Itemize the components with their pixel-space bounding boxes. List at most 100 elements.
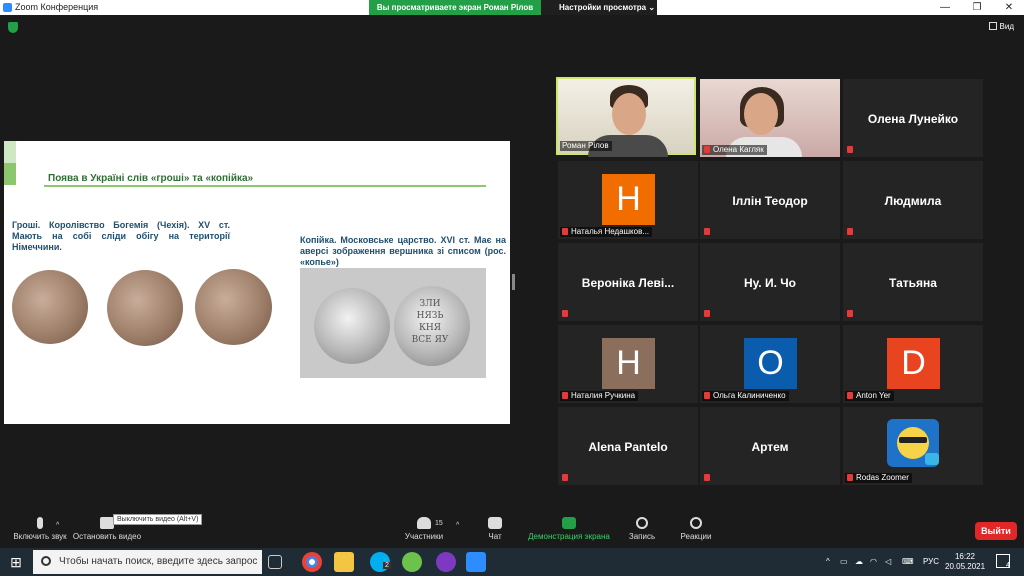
coin-image: [107, 270, 183, 346]
participant-display-name: Олена Лунейко: [867, 112, 959, 126]
participant-display-name: Людмила: [884, 194, 942, 208]
reactions-label: Реакции: [680, 532, 712, 541]
mic-off-icon: [37, 517, 43, 529]
participant-label: Ольга Калиниченко: [702, 391, 789, 401]
skype-badge: 2: [383, 562, 391, 569]
slide-title: Поява в Україні слів «гроші» та «копійка…: [48, 173, 254, 184]
volume-icon[interactable]: ◁: [885, 548, 891, 576]
language-indicator[interactable]: РУС: [923, 548, 939, 576]
participants-count: 15: [435, 520, 443, 527]
participant-avatar: H: [602, 174, 655, 225]
emoji-avatar: [887, 419, 939, 467]
participants-label: Участники: [404, 532, 444, 541]
participant-display-name: Alena Pantelo: [588, 440, 668, 454]
chrome-icon[interactable]: [302, 552, 322, 572]
participant-name: Ольга Калиниченко: [713, 391, 786, 400]
participant-tile[interactable]: D Anton Yer: [843, 325, 983, 403]
share-banner: Вы просматриваете экран Роман Рілов: [369, 0, 541, 15]
participant-name: Anton Yer: [856, 391, 891, 400]
minimize-button[interactable]: —: [930, 0, 960, 15]
mic-muted-icon: [847, 310, 853, 317]
participant-label: Rodas Zoomer: [845, 473, 912, 483]
mic-muted-icon: [704, 228, 710, 235]
chat-icon: [488, 517, 502, 529]
maximize-button[interactable]: ❐: [962, 0, 992, 15]
task-view-icon[interactable]: [268, 555, 282, 569]
file-explorer-icon[interactable]: [334, 552, 354, 572]
reactions-button[interactable]: Реакции: [656, 512, 736, 548]
participant-label: [845, 227, 859, 237]
zoom-taskbar-icon[interactable]: [466, 552, 486, 572]
search-placeholder: Чтобы начать поиск, введите здесь запрос: [59, 556, 258, 567]
share-screen-icon: [562, 517, 576, 529]
slide-text-left: Гроші. Королівство Богемія (Чехія). XV с…: [12, 220, 230, 252]
shared-screen: Поява в Україні слів «гроші» та «копійка…: [4, 141, 510, 424]
participant-tile[interactable]: Олена Лунейко: [843, 79, 983, 157]
participants-icon: [417, 517, 431, 529]
participant-label: [702, 473, 716, 483]
close-button[interactable]: ✕: [994, 0, 1024, 15]
wifi-icon[interactable]: ◠: [870, 548, 877, 576]
title-bar: Zoom Конференция Вы просматриваете экран…: [0, 0, 1024, 15]
coin-image: [12, 270, 88, 344]
chevron-up-icon[interactable]: ^: [826, 548, 830, 576]
mic-muted-icon: [704, 310, 710, 317]
participant-label: [560, 473, 574, 483]
participant-tile[interactable]: Rodas Zoomer: [843, 407, 983, 485]
kopeck-photo: ЗЛИ НЯЗЬ КНЯ ВСЕ ЯУ: [300, 268, 486, 378]
window-title: Zoom Конференция: [15, 2, 99, 12]
participant-tile[interactable]: Alena Pantelo: [558, 407, 698, 485]
shield-icon[interactable]: [8, 22, 18, 33]
participant-label: Наталья Недашков...: [560, 227, 653, 237]
participant-tile[interactable]: Олена Кагляк: [700, 79, 840, 157]
participant-display-name: Іллін Теодор: [732, 194, 808, 208]
participant-label: [845, 309, 859, 319]
participant-name: Rodas Zoomer: [856, 473, 909, 482]
windows-start-icon[interactable]: ⊞: [0, 548, 32, 576]
slide-accent: [4, 163, 16, 185]
coin-inscription: ЗЛИ НЯЗЬ КНЯ ВСЕ ЯУ: [411, 299, 449, 345]
taskbar-search[interactable]: Чтобы начать поиск, введите здесь запрос: [33, 550, 262, 574]
utorrent-icon[interactable]: [402, 552, 422, 572]
view-button[interactable]: Вид: [988, 22, 1014, 31]
participant-tile[interactable]: H Наталия Ручкина: [558, 325, 698, 403]
mic-muted-icon: [704, 392, 710, 399]
clock-time: 16:22: [954, 552, 976, 561]
chevron-up-icon[interactable]: ^: [56, 522, 59, 529]
smiley-icon: [690, 517, 702, 529]
video-camera-icon: [100, 517, 114, 529]
participant-label: [560, 309, 574, 319]
notification-count: 4: [1006, 562, 1010, 569]
participant-tile[interactable]: Роман Рілов: [556, 77, 696, 157]
keyboard-icon[interactable]: ⌨: [902, 548, 914, 576]
participant-avatar: H: [602, 338, 655, 389]
participants-button[interactable]: Участники: [384, 512, 464, 548]
resize-handle[interactable]: [512, 274, 515, 290]
mic-muted-icon: [704, 474, 710, 481]
participant-label: Олена Кагляк: [702, 145, 767, 155]
participant-name: Роман Рілов: [560, 141, 612, 151]
viber-icon[interactable]: [436, 552, 456, 572]
participant-tile[interactable]: H Наталья Недашков...: [558, 161, 698, 239]
participant-tile[interactable]: Вероніка Леві...: [558, 243, 698, 321]
participant-tile[interactable]: Ну. И. Чо: [700, 243, 840, 321]
mic-muted-icon: [704, 146, 710, 153]
participant-tile[interactable]: Татьяна: [843, 243, 983, 321]
participant-tile[interactable]: Іллін Теодор: [700, 161, 840, 239]
leave-button[interactable]: Выйти: [975, 522, 1017, 540]
cloud-icon[interactable]: ☁: [855, 548, 863, 576]
participant-tile[interactable]: O Ольга Калиниченко: [700, 325, 840, 403]
view-settings-button[interactable]: Настройки просмотра ⌄: [541, 0, 657, 15]
participant-display-name: Татьяна: [889, 276, 937, 290]
participant-tile[interactable]: Артем: [700, 407, 840, 485]
slide-text-right: Копійка. Московське царство. XVI ст. Має…: [300, 235, 506, 267]
battery-icon[interactable]: ▭: [840, 548, 848, 576]
clock-date: 20.05.2021: [945, 562, 986, 571]
tooltip: Выключить видео (Alt+V): [113, 514, 203, 525]
mic-muted-icon: [562, 474, 568, 481]
participant-display-name: Ну. И. Чо: [743, 276, 796, 290]
participant-tile[interactable]: Людмила: [843, 161, 983, 239]
participant-avatar: O: [744, 338, 797, 389]
system-clock[interactable]: 16:22 20.05.2021: [945, 552, 985, 572]
view-label: Вид: [999, 22, 1014, 31]
